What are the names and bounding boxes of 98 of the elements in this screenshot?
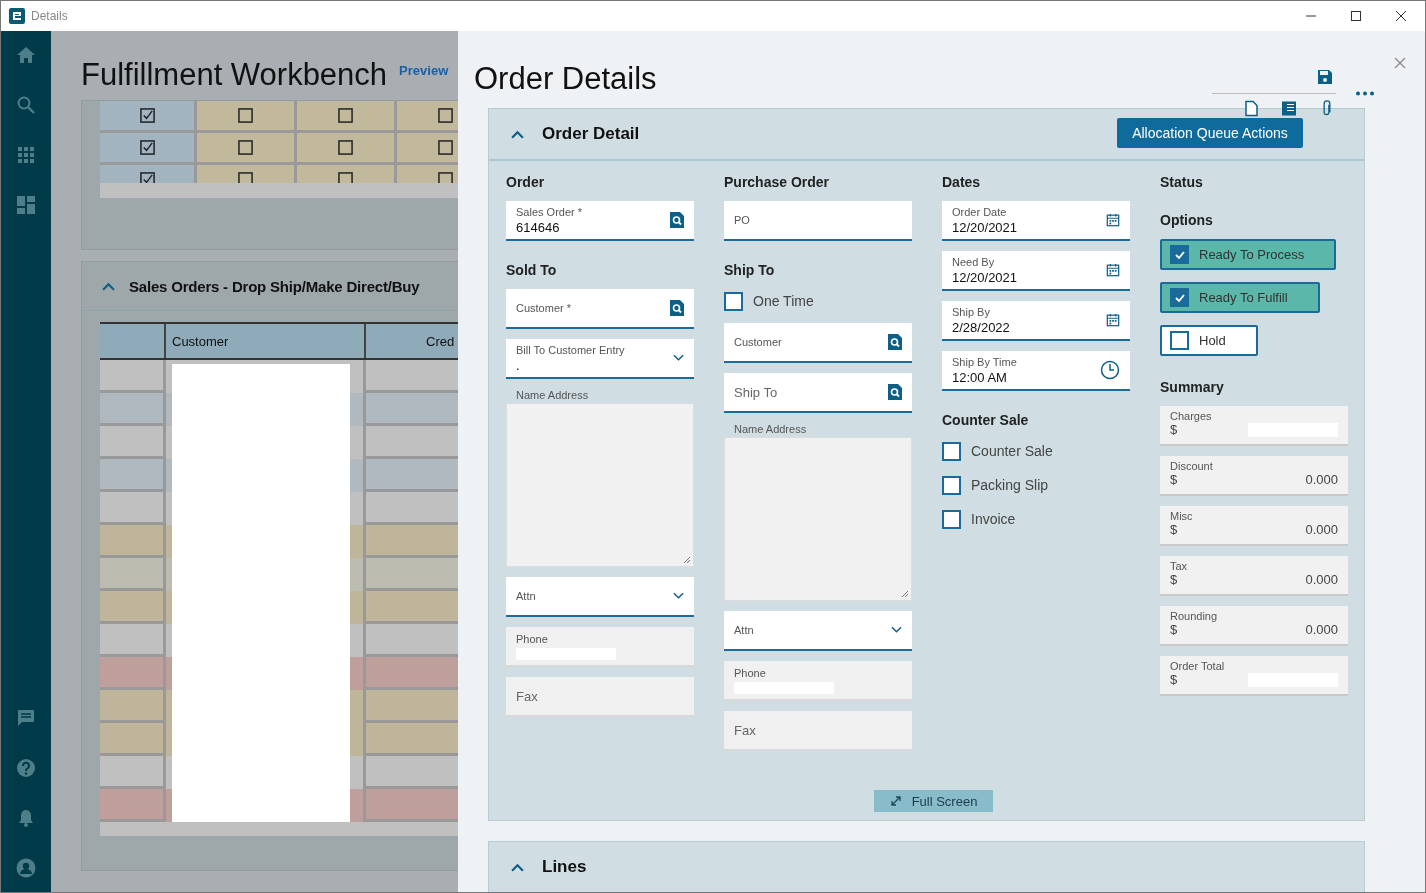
window-title: Details <box>31 9 68 23</box>
page-title: Fulfillment Workbench <box>81 57 388 93</box>
search-icon[interactable] <box>670 212 684 228</box>
checkbox-icon[interactable] <box>238 172 253 183</box>
section-title: Lines <box>542 857 587 877</box>
resize-grip-icon[interactable] <box>683 556 691 564</box>
checked-checkbox-icon[interactable] <box>139 140 155 155</box>
group-heading: Options <box>1160 211 1214 229</box>
clock-icon[interactable] <box>1100 360 1120 380</box>
search-icon[interactable] <box>888 384 902 400</box>
checkbox-icon[interactable] <box>338 108 353 123</box>
calendar-icon[interactable] <box>1106 212 1120 228</box>
dropdown-field[interactable]: Attn <box>506 577 694 617</box>
search-field[interactable]: Customer <box>724 323 912 363</box>
section-title: Sales Orders - Drop Ship/Make Direct/Buy <box>129 277 420 295</box>
amount-field[interactable]: Rounding $ 0.000 <box>1160 606 1348 646</box>
phone-field[interactable]: Phone <box>724 661 912 701</box>
input-field[interactable]: PO <box>724 201 912 241</box>
caret-up-icon[interactable] <box>102 281 115 291</box>
group-heading: Ship To <box>724 261 776 279</box>
dropdown-field[interactable]: Attn <box>724 611 912 651</box>
caret-up-icon[interactable] <box>511 129 524 139</box>
option-toggle-button[interactable]: Ready To Process <box>1160 239 1337 270</box>
checkbox-icon[interactable] <box>238 140 253 155</box>
checkbox-icon[interactable] <box>338 172 353 183</box>
field-label: Name Address <box>515 389 590 401</box>
input-field[interactable]: Fax <box>724 711 912 751</box>
group-heading: Purchase Order <box>724 173 831 191</box>
home-icon[interactable] <box>16 45 36 65</box>
search-field[interactable]: Customer * <box>506 289 694 329</box>
checkbox-icon[interactable] <box>438 172 453 183</box>
grid-icon[interactable] <box>16 145 36 165</box>
checkbox-icon[interactable] <box>338 140 353 155</box>
notes-icon[interactable] <box>1281 100 1297 117</box>
checkbox-label[interactable]: Packing Slip <box>971 477 1049 493</box>
checkbox-icon[interactable] <box>238 108 253 123</box>
dashboard-icon[interactable] <box>16 195 36 215</box>
close-icon[interactable] <box>1395 10 1407 22</box>
column-header[interactable]: Cred <box>366 324 458 358</box>
amount-field[interactable]: Discount $ 0.000 <box>1160 456 1348 496</box>
chevron-down-icon[interactable] <box>891 626 902 634</box>
bell-icon[interactable] <box>16 808 36 828</box>
checkbox[interactable] <box>942 441 961 461</box>
checkbox-label[interactable]: One Time <box>753 293 814 309</box>
search-icon[interactable] <box>888 334 902 350</box>
search-icon[interactable] <box>16 95 36 115</box>
panel-title: Order Details <box>474 61 657 97</box>
field-label: Name Address <box>733 423 808 435</box>
checkbox-label[interactable]: Counter Sale <box>971 443 1053 459</box>
checkbox-icon[interactable] <box>438 108 453 123</box>
amount-field[interactable]: Misc $ 0.000 <box>1160 506 1348 546</box>
user-icon[interactable] <box>16 858 36 878</box>
option-toggle-button[interactable]: Hold <box>1160 325 1258 356</box>
expand-icon <box>889 795 902 807</box>
search-icon[interactable] <box>670 300 684 316</box>
save-icon[interactable] <box>1317 69 1333 85</box>
dropdown-field[interactable]: Bill To Customer Entry . <box>506 339 694 379</box>
input-field[interactable]: Fax <box>506 677 694 717</box>
help-icon[interactable] <box>16 758 36 778</box>
calendar-icon[interactable] <box>1106 312 1120 328</box>
group-heading: Order <box>506 173 546 191</box>
search-field[interactable]: Sales Order * 614646 <box>506 201 694 241</box>
group-heading: Sold To <box>506 261 558 279</box>
checked-checkbox-icon[interactable] <box>139 108 155 123</box>
date-field[interactable]: Need By 12/20/2021 <box>942 251 1130 291</box>
time-field[interactable]: Ship By Time 12:00 AM <box>942 351 1130 391</box>
section-title: Order Detail <box>542 124 640 144</box>
checkbox[interactable] <box>724 291 743 311</box>
group-heading: Dates <box>942 173 982 191</box>
amount-field[interactable]: Tax $ 0.000 <box>1160 556 1348 596</box>
full-screen-button[interactable]: Full Screen <box>873 790 994 812</box>
option-toggle-button[interactable]: Ready To Fulfill <box>1160 282 1320 313</box>
chevron-down-icon[interactable] <box>673 592 684 600</box>
group-heading: Status <box>1160 173 1204 191</box>
amount-field[interactable]: Charges $ <box>1160 406 1348 446</box>
app-logo-icon <box>9 8 25 24</box>
checked-checkbox-icon[interactable] <box>139 172 155 183</box>
checkbox[interactable] <box>942 509 961 529</box>
date-field[interactable]: Order Date 12/20/2021 <box>942 201 1130 241</box>
chat-icon[interactable] <box>16 708 36 728</box>
amount-field[interactable]: Order Total $ <box>1160 656 1348 696</box>
caret-up-icon[interactable] <box>511 862 524 872</box>
calendar-icon[interactable] <box>1106 262 1120 278</box>
date-field[interactable]: Ship By 2/28/2022 <box>942 301 1130 341</box>
resize-grip-icon[interactable] <box>901 590 909 598</box>
allocation-queue-actions-button[interactable]: Allocation Queue Actions <box>1117 118 1303 148</box>
document-icon[interactable] <box>1243 100 1259 117</box>
checkbox[interactable] <box>942 475 961 495</box>
chevron-down-icon[interactable] <box>673 354 684 362</box>
phone-field[interactable]: Phone <box>506 627 694 667</box>
column-header[interactable]: Customer <box>166 324 366 358</box>
checkbox-label[interactable]: Invoice <box>971 511 1016 527</box>
search-field[interactable]: Ship To <box>724 373 912 413</box>
group-heading: Summary <box>1160 378 1225 396</box>
checkbox-icon[interactable] <box>438 140 453 155</box>
more-icon[interactable] <box>1356 91 1374 96</box>
group-heading: Counter Sale <box>942 411 1030 429</box>
maximize-icon[interactable] <box>1350 10 1362 22</box>
